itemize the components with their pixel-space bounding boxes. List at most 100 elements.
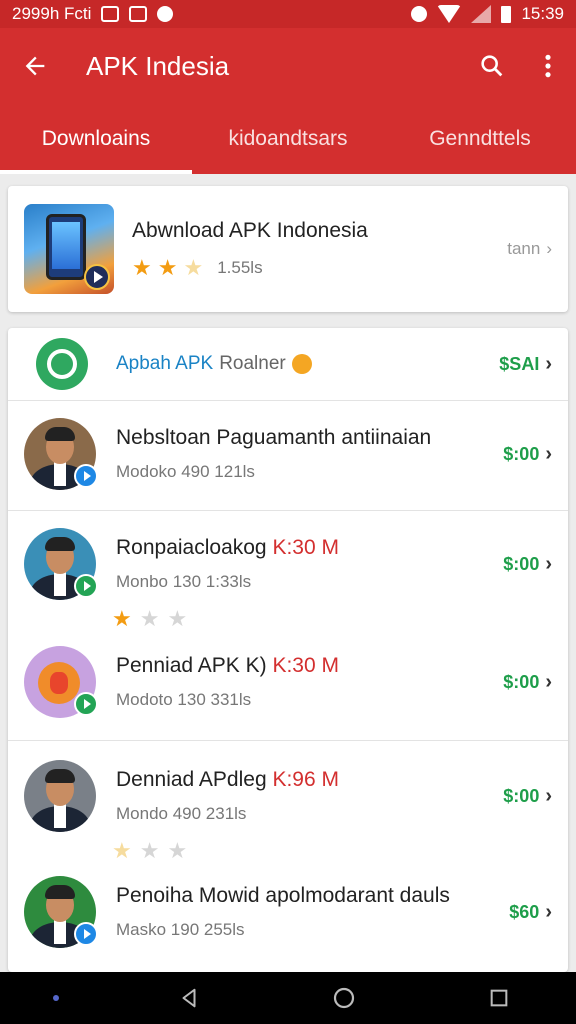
item-meta: Monbo 130 1:33ls (116, 572, 252, 591)
star-filled-icon: ★ (132, 255, 152, 280)
featured-title: Abwnload APK Indonesia (132, 219, 368, 242)
nav-back-button[interactable] (164, 973, 214, 1023)
avatar (24, 646, 98, 718)
list-item[interactable]: Nebsltoan Paguamanth antiinaian Modoko 4… (8, 414, 568, 494)
item-title-text: Penoiha Mowid apolmodarant dauls (116, 884, 450, 907)
avatar (24, 528, 98, 600)
star-filled-icon: ★ (112, 606, 132, 631)
chevron-right-icon: › (545, 352, 552, 375)
item-title-text: Ronpaiacloakog (116, 536, 267, 559)
nav-recents-button[interactable] (474, 973, 524, 1023)
notification-icon (101, 6, 120, 22)
star-empty-icon: ★ (139, 606, 160, 631)
divider (8, 400, 568, 401)
category-sub: Roalner (219, 353, 286, 374)
mail-icon (129, 6, 148, 22)
item-meta: Mondo 490 231ls (116, 804, 247, 823)
play-badge-icon (74, 464, 98, 488)
search-button[interactable] (464, 38, 520, 94)
phone-icon (46, 214, 86, 280)
item-title-text: Penniad APK K) (116, 654, 267, 677)
item-rating: ★ ★ ★ (112, 840, 187, 862)
search-icon (481, 55, 503, 77)
chevron-right-icon: › (545, 442, 552, 465)
star-empty-icon: ★ (183, 255, 204, 280)
status-time: 15:39 (521, 4, 564, 23)
item-rating: ★ ★ ★ (112, 608, 187, 630)
list-item[interactable]: Ronpaiacloakog K:30 M Monbo 130 1:33ls $… (8, 524, 568, 604)
featured-rating: ★ ★ ★ 1.55ls (132, 257, 507, 279)
list-item[interactable]: Penniad APK K) K:30 M Modoto 130 331ls $… (8, 640, 568, 724)
star-filled-icon: ★ (157, 255, 178, 280)
featured-thumbnail (24, 204, 114, 294)
featured-meta: 1.55ls (217, 258, 263, 277)
play-badge-icon (74, 574, 98, 598)
item-size: K:30 M (272, 536, 339, 559)
back-button[interactable] (0, 28, 70, 104)
divider (8, 510, 568, 511)
item-meta: Modoto 130 331ls (116, 690, 252, 709)
star-empty-icon: ★ (139, 838, 160, 863)
play-badge-icon (74, 692, 98, 716)
signal-icon (471, 5, 492, 23)
star-empty-icon: ★ (167, 606, 188, 631)
arrow-left-icon (25, 56, 45, 76)
nav-home-button[interactable] (319, 973, 369, 1023)
tab-third[interactable]: Genndttels (384, 104, 576, 174)
tab-downloads[interactable]: Downloains (0, 104, 192, 174)
play-icon (84, 264, 110, 290)
list-item[interactable]: Denniad APdleg K:96 M Mondo 490 231ls $:… (8, 756, 568, 836)
divider (8, 740, 568, 741)
item-price-text: $:00 (503, 785, 540, 806)
item-title-text: Nebsltoan Paguamanth antiinaian (116, 426, 432, 449)
item-price-text: $60 (509, 901, 540, 922)
item-price: $:00 › (503, 553, 552, 576)
star-empty-icon: ★ (112, 838, 132, 863)
avatar (24, 760, 96, 832)
chevron-right-icon: › (545, 552, 552, 575)
item-title-text: Denniad APdleg (116, 768, 267, 791)
avatar (24, 876, 98, 948)
square-recents-icon (490, 989, 507, 1007)
category-label: Apbah APK (116, 353, 214, 374)
emoji-icon (291, 354, 312, 374)
more-options-button[interactable] (520, 38, 576, 94)
item-meta: Modoko 490 121ls (116, 462, 255, 481)
item-title: Nebsltoan Paguamanth antiinaian (116, 426, 503, 450)
search-category-icon (36, 338, 88, 390)
category-price: $SAI › (499, 353, 552, 376)
play-badge-icon (74, 922, 98, 946)
list-item[interactable]: Penoiha Mowid apolmodarant dauls Masko 1… (8, 872, 568, 952)
page-title: APK Indesia (86, 50, 230, 81)
item-price: $60 › (509, 901, 552, 924)
category-label-wrap: Apbah APK Roalner (116, 353, 312, 375)
featured-right-text: tann (507, 239, 541, 258)
app-bar: APK Indesia (0, 28, 576, 104)
category-row[interactable]: Apbah APK Roalner $SAI › (8, 328, 568, 400)
item-price: $:00 › (503, 671, 552, 694)
category-price-text: $SAI (499, 353, 540, 374)
chevron-right-icon: › (545, 670, 552, 693)
star-empty-icon: ★ (167, 838, 188, 863)
battery-icon (501, 5, 512, 23)
featured-card[interactable]: Abwnload APK Indonesia ★ ★ ★ 1.55ls tann… (8, 186, 568, 312)
item-title: Ronpaiacloakog K:30 M (116, 536, 503, 560)
status-bar: 2999h Fcti 15:39 (0, 0, 576, 28)
wifi-icon (437, 5, 462, 23)
tab-second[interactable]: kidoandtsars (192, 104, 384, 174)
app-list-card: Apbah APK Roalner $SAI › Nebsltoan Pagua… (8, 328, 568, 972)
chevron-right-icon: › (545, 900, 552, 923)
item-size: K:30 M (272, 654, 339, 677)
triangle-back-icon (181, 988, 196, 1008)
chevron-right-icon: › (546, 239, 552, 258)
item-price: $:00 › (503, 443, 552, 466)
indicator-dot-icon (52, 995, 59, 1001)
circle-home-icon (333, 987, 354, 1009)
item-price-text: $:00 (503, 671, 540, 692)
item-meta: Masko 190 255ls (116, 920, 245, 939)
more-vert-icon (545, 54, 551, 78)
alarm-icon (411, 6, 428, 22)
item-price-text: $:00 (503, 443, 540, 464)
item-price-text: $:00 (503, 553, 540, 574)
item-price: $:00 › (503, 785, 552, 808)
